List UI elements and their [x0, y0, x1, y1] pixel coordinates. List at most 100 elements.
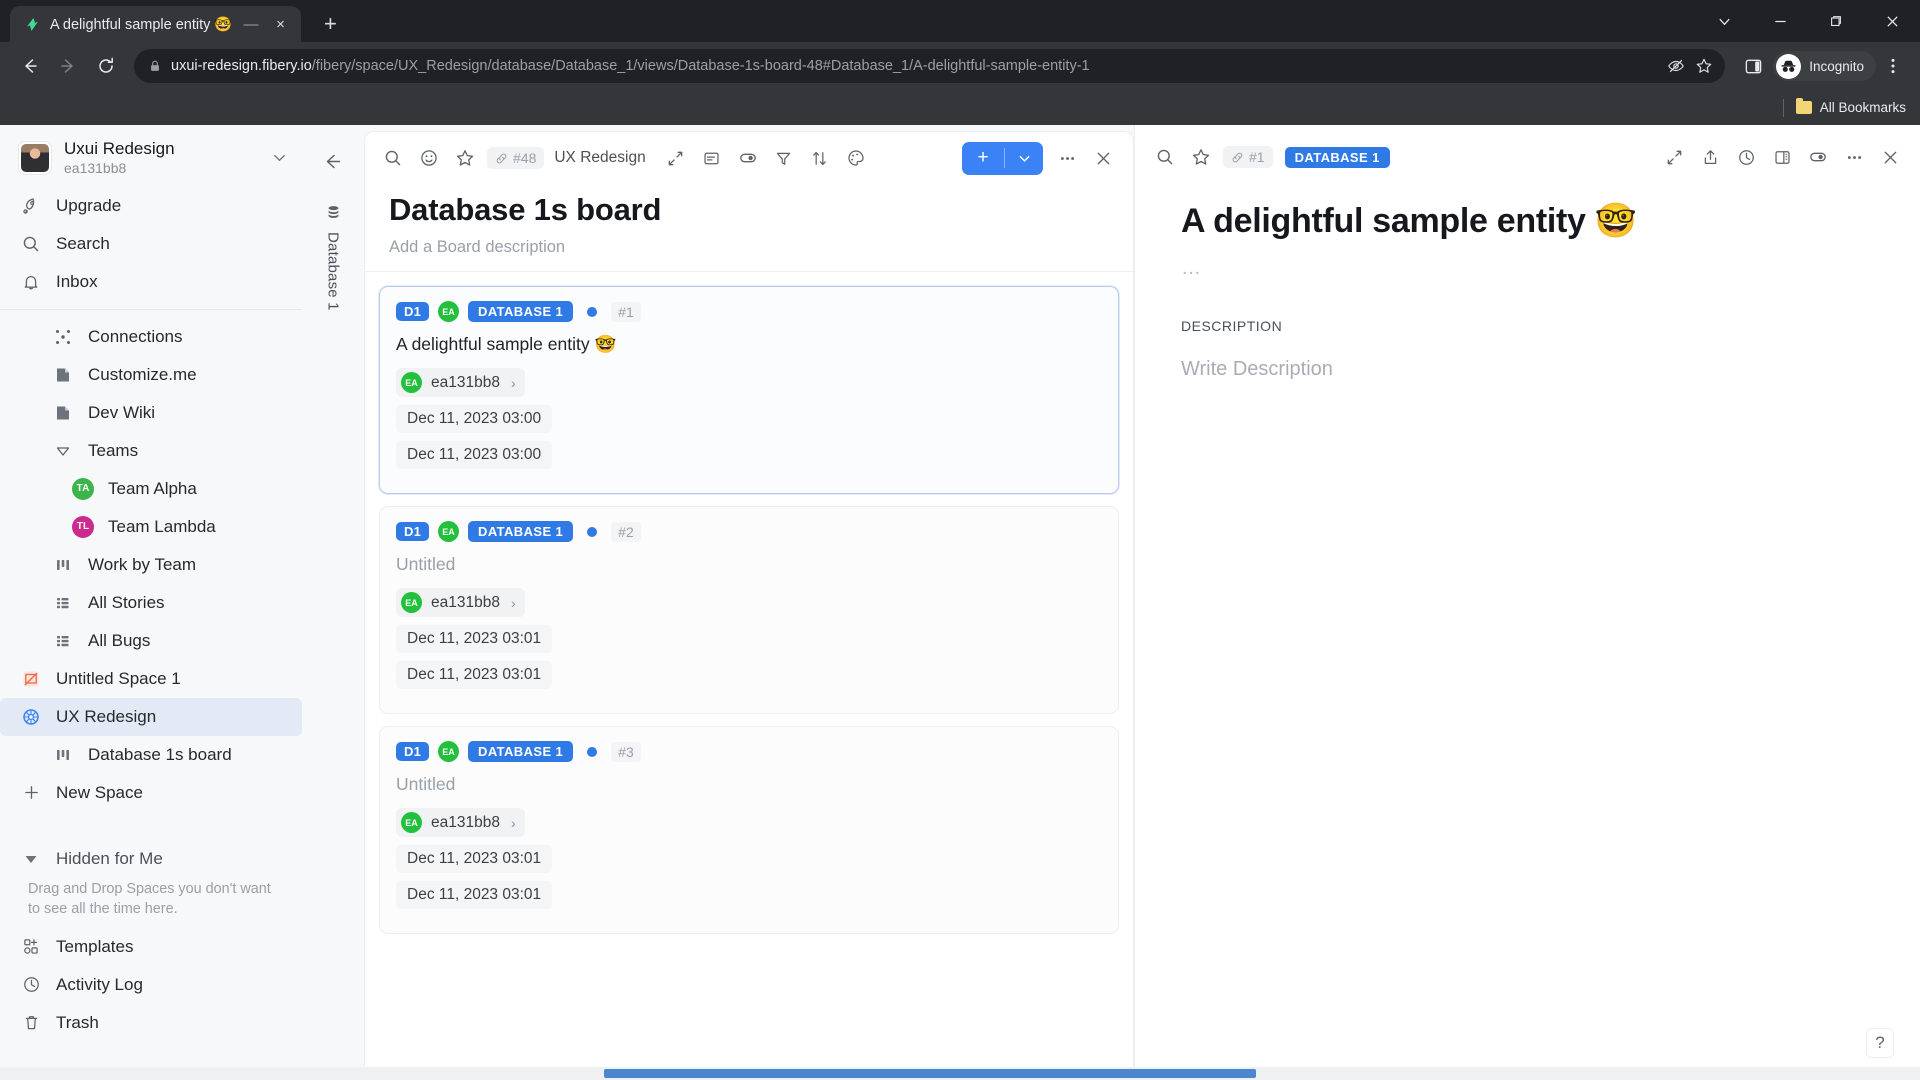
card-owner-chip[interactable]: EA ea131bb8 ›	[396, 588, 525, 617]
sidebar-item-inbox[interactable]: Inbox	[0, 263, 302, 301]
card-title[interactable]: Untitled	[396, 774, 1102, 795]
side-panel-icon[interactable]	[1735, 48, 1771, 84]
board-space-name[interactable]: UX Redesign	[550, 149, 655, 167]
layout-icon[interactable]	[696, 142, 728, 174]
sidebar-item-teams[interactable]: Teams	[0, 432, 302, 470]
entity-fields-collapsed-dots[interactable]: …	[1135, 241, 1920, 280]
add-entity-button[interactable]: +	[962, 141, 1043, 175]
database-badge[interactable]: DATABASE 1	[468, 301, 574, 322]
status-badge[interactable]: D1	[396, 522, 430, 541]
omnibox[interactable]: uxui-redesign.fibery.io/fibery/space/UX_…	[134, 49, 1726, 83]
sort-icon[interactable]	[804, 142, 836, 174]
chevron-right-icon[interactable]: ›	[511, 815, 516, 831]
three-dot-menu-icon[interactable]	[1051, 142, 1083, 174]
chevron-right-icon[interactable]: ›	[511, 595, 516, 611]
card-title[interactable]: A delightful sample entity 🤓	[396, 334, 1102, 355]
sidebar-item-database-1s-board[interactable]: Database 1s board	[0, 736, 302, 774]
search-icon[interactable]	[377, 142, 409, 174]
card-date-modified: Dec 11, 2023 03:01	[396, 881, 553, 909]
palette-icon[interactable]	[840, 142, 872, 174]
sidebar-item-team-alpha[interactable]: TA Team Alpha	[0, 470, 302, 508]
all-bookmarks-button[interactable]: All Bookmarks	[1795, 98, 1906, 115]
status-badge[interactable]: D1	[396, 742, 430, 761]
chevron-right-icon[interactable]: ›	[511, 375, 516, 391]
close-icon[interactable]: ×	[269, 13, 291, 35]
workspace-user: ea131bb8	[64, 159, 127, 176]
sidebar-item-team-lambda[interactable]: TL Team Lambda	[0, 508, 302, 546]
board-description-placeholder[interactable]: Add a Board description	[365, 228, 1133, 271]
database-badge[interactable]: DATABASE 1	[1284, 146, 1390, 168]
status-badge[interactable]: D1	[396, 302, 430, 321]
sidebar-item-new-space[interactable]: New Space	[0, 774, 302, 812]
workspace-switcher[interactable]: Uxui Redesign ea131bb8	[0, 131, 302, 187]
help-button[interactable]: ?	[1866, 1028, 1894, 1058]
expand-icon[interactable]	[660, 142, 692, 174]
sidebar-item-all-stories[interactable]: All Stories	[0, 584, 302, 622]
horizontal-scrollbar-thumb[interactable]	[604, 1069, 1256, 1078]
entity-title[interactable]: A delightful sample entity 🤓	[1135, 183, 1920, 241]
table-row[interactable]: D1 EA DATABASE 1 #3 Untitled EA ea131bb8…	[379, 726, 1119, 934]
sidebar-item-dev-wiki[interactable]: Dev Wiki	[0, 394, 302, 432]
sidebar-item-work-by-team[interactable]: Work by Team	[0, 546, 302, 584]
back-arrow-icon[interactable]	[317, 145, 349, 177]
sidebar-item-upgrade[interactable]: Upgrade	[0, 187, 302, 225]
close-icon[interactable]	[1874, 141, 1906, 173]
table-row[interactable]: D1 EA DATABASE 1 #1 A delightful sample …	[379, 286, 1119, 494]
toggle-icon[interactable]	[732, 142, 764, 174]
sidebar-item-customize-me[interactable]: Customize.me	[0, 356, 302, 394]
board-rail-label[interactable]: Database 1	[325, 232, 342, 311]
bookmark-star-icon[interactable]	[1695, 57, 1713, 75]
search-icon[interactable]	[1149, 141, 1181, 173]
share-icon[interactable]	[1694, 141, 1726, 173]
sidebar-item-ux-redesign[interactable]: UX Redesign	[0, 697, 302, 736]
expand-icon[interactable]	[1658, 141, 1690, 173]
window-close-icon[interactable]	[1864, 0, 1920, 42]
restore-icon[interactable]	[1808, 0, 1864, 42]
board-reference-chip[interactable]: #48	[487, 147, 545, 169]
close-icon[interactable]	[1087, 142, 1119, 174]
chevron-down-icon[interactable]	[271, 149, 288, 166]
filter-icon[interactable]	[768, 142, 800, 174]
toggle-icon[interactable]	[1802, 141, 1834, 173]
chevron-collapse-icon[interactable]	[52, 440, 74, 462]
chevron-down-icon[interactable]	[1005, 151, 1043, 166]
description-input[interactable]: Write Description	[1135, 334, 1920, 381]
chevron-expand-icon[interactable]	[20, 848, 42, 870]
new-tab-button[interactable]: +	[313, 7, 347, 41]
database-badge[interactable]: DATABASE 1	[468, 741, 574, 762]
card-title[interactable]: Untitled	[396, 554, 1102, 575]
profile-chip-incognito[interactable]: Incognito	[1773, 51, 1876, 81]
sidebar-item-connections[interactable]: Connections	[0, 318, 302, 356]
sidebar-item-activity-log[interactable]: Activity Log	[0, 966, 302, 1004]
chevron-down-icon[interactable]	[1696, 0, 1752, 42]
sidebar-section-hidden-for-me[interactable]: Hidden for Me	[0, 840, 302, 878]
card-owner-chip[interactable]: EA ea131bb8 ›	[396, 368, 525, 397]
three-dot-menu-icon[interactable]	[1838, 141, 1870, 173]
database-badge[interactable]: DATABASE 1	[468, 521, 574, 542]
sidebar-item-label: Inbox	[56, 271, 98, 291]
sidebar-item-search[interactable]: Search	[0, 225, 302, 263]
reload-button[interactable]	[88, 48, 124, 84]
browser-tab[interactable]: A delightful sample entity 🤓 — ×	[10, 6, 302, 42]
horizontal-scrollbar-track[interactable]	[0, 1067, 1920, 1080]
star-icon[interactable]	[1185, 141, 1217, 173]
eye-slash-icon[interactable]	[1667, 57, 1685, 75]
three-dot-menu-icon[interactable]	[1878, 48, 1908, 84]
split-panel-icon[interactable]	[1766, 141, 1798, 173]
back-button[interactable]	[12, 48, 48, 84]
sidebar-item-all-bugs[interactable]: All Bugs	[0, 622, 302, 660]
forward-button[interactable]	[50, 48, 86, 84]
sidebar-item-templates[interactable]: Templates	[0, 928, 302, 966]
detail-reference-chip[interactable]: #1	[1223, 146, 1273, 168]
plus-icon[interactable]: +	[962, 147, 1004, 169]
minimize-icon[interactable]	[1752, 0, 1808, 42]
sidebar-item-untitled-space-1[interactable]: Untitled Space 1	[0, 660, 302, 698]
sidebar-item-label: Activity Log	[56, 974, 143, 994]
card-owner-chip[interactable]: EA ea131bb8 ›	[396, 808, 525, 837]
clock-icon[interactable]	[1730, 141, 1762, 173]
table-row[interactable]: D1 EA DATABASE 1 #2 Untitled EA ea131bb8…	[379, 506, 1119, 714]
star-icon[interactable]	[449, 142, 481, 174]
smiley-icon[interactable]	[413, 142, 445, 174]
sidebar-item-trash[interactable]: Trash	[0, 1004, 302, 1042]
avatar	[18, 140, 52, 175]
